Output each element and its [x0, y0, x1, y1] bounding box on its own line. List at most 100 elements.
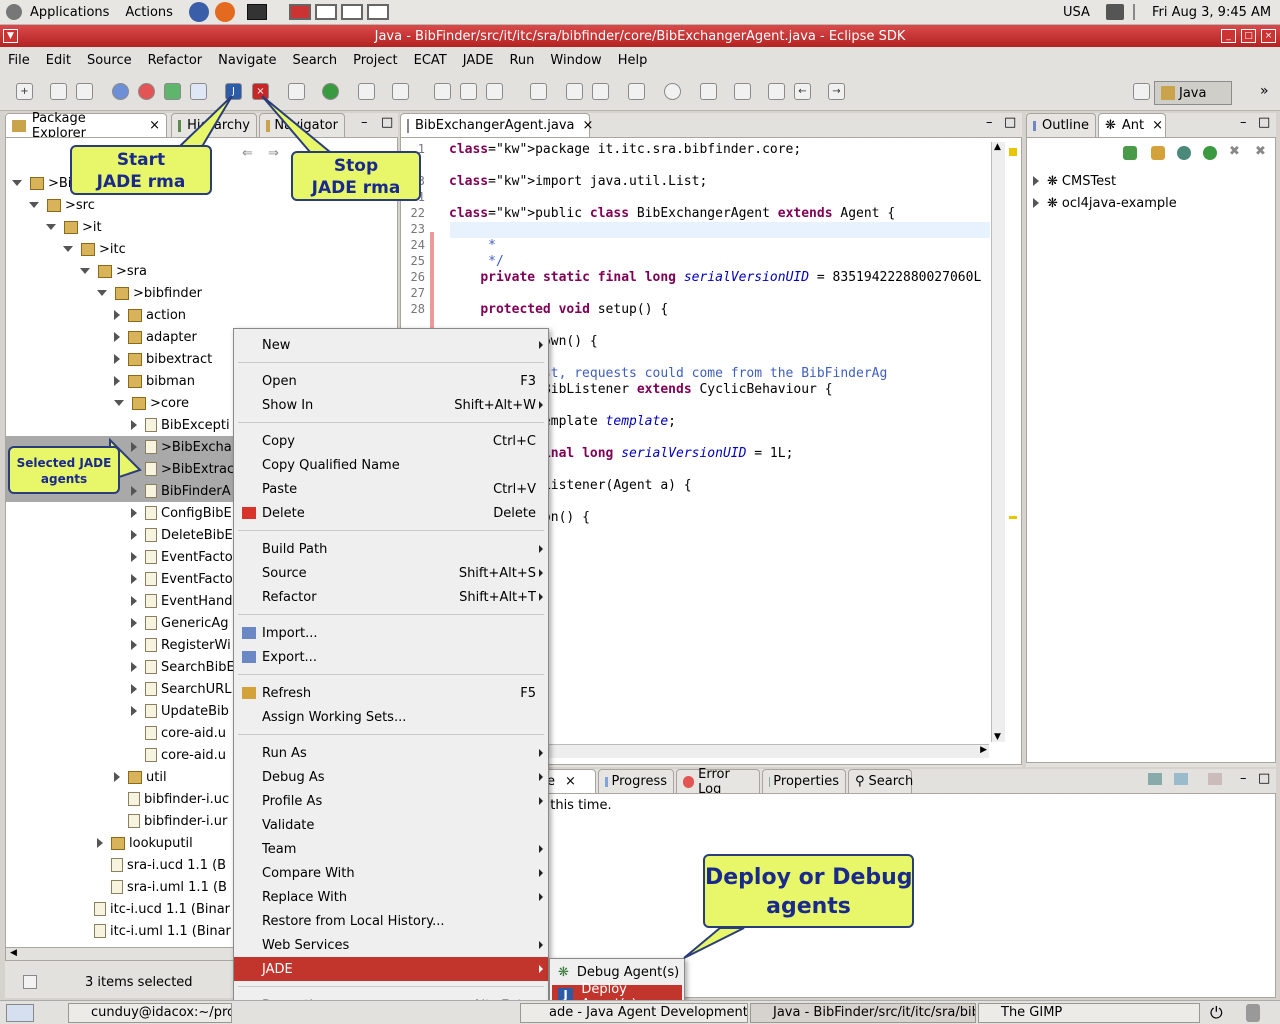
collapse-icon[interactable]	[114, 400, 124, 406]
expand-icon[interactable]	[131, 508, 137, 518]
tree-item[interactable]: bibman	[114, 370, 195, 392]
tree-item[interactable]: EventFacto	[131, 546, 233, 568]
menu-item-profile-as[interactable]: Profile As	[234, 789, 548, 813]
new-icon[interactable]: +	[16, 83, 33, 100]
minimize-editor-icon[interactable]: –	[986, 115, 993, 130]
menu-item-run-as[interactable]: Run As	[234, 741, 548, 765]
menu-jade[interactable]: JADE	[455, 53, 502, 68]
collapse-icon[interactable]	[63, 246, 73, 252]
scroll-down-icon[interactable]: ▼	[994, 732, 1001, 742]
tree-item[interactable]: DeleteBibE	[131, 524, 233, 546]
menu-item-jade[interactable]: JADE	[234, 957, 548, 981]
close-tab-icon[interactable]: ×	[583, 118, 594, 133]
coverage-icon[interactable]	[392, 83, 409, 100]
info-icon[interactable]	[112, 83, 129, 100]
minimize-view-icon[interactable]: –	[1240, 115, 1247, 130]
code-line[interactable]: class="kw">public class BibExchangerAgen…	[449, 206, 895, 222]
menu-item-replace-with[interactable]: Replace With	[234, 885, 548, 909]
tree-item[interactable]: SearchBibE	[131, 656, 235, 678]
perspective-switcher[interactable]: Java	[1154, 81, 1232, 105]
tree-item[interactable]: >sra	[80, 260, 147, 282]
tree-item[interactable]: SearchURL	[131, 678, 231, 700]
menu-window[interactable]: Window	[542, 53, 609, 68]
expand-icon[interactable]	[131, 684, 137, 694]
scroll-up-icon[interactable]: ▲	[994, 142, 1001, 152]
menu-search[interactable]: Search	[284, 53, 345, 68]
expand-icon[interactable]	[114, 772, 120, 782]
close-tab-icon[interactable]: ×	[1152, 118, 1163, 133]
tab-properties[interactable]: Properties	[762, 769, 846, 793]
close-icon[interactable]: ×	[1261, 29, 1276, 43]
minimize-icon[interactable]: _	[1221, 29, 1236, 43]
clock[interactable]: Fri Aug 3, 9:45 AM	[1152, 5, 1271, 20]
expand-icon[interactable]	[131, 640, 137, 650]
forward-icon[interactable]: →	[828, 83, 845, 100]
menu-item-paste[interactable]: Paste Ctrl+V	[234, 477, 548, 501]
minimize-view-icon[interactable]: –	[1240, 771, 1247, 786]
show-desktop-icon[interactable]	[6, 1004, 34, 1022]
menu-navigate[interactable]: Navigate	[210, 53, 284, 68]
firefox-icon[interactable]	[214, 2, 235, 22]
tab-bibexchangeragent[interactable]: BibExchangerAgent.java ×	[400, 113, 593, 137]
editor-h-scrollbar[interactable]: ▶	[549, 744, 989, 758]
open-perspective-icon[interactable]	[1133, 83, 1150, 100]
prev-annotation-icon[interactable]	[734, 83, 751, 100]
workspace-2-icon[interactable]	[314, 4, 337, 20]
open-folder-icon[interactable]	[566, 83, 583, 100]
menu-item-team[interactable]: Team	[234, 837, 548, 861]
workspace-4-icon[interactable]	[366, 4, 389, 20]
more-icon[interactable]: »	[1260, 83, 1269, 99]
menu-item-copy[interactable]: Copy Ctrl+C	[234, 429, 548, 453]
task-icon[interactable]	[164, 83, 181, 100]
tree-item[interactable]: bibfinder-i.ur	[114, 810, 227, 832]
menu-item-export[interactable]: Export...	[234, 645, 548, 669]
code-line[interactable]: class="kw">package it.itc.sra.bibfinder.…	[449, 142, 801, 158]
tree-item[interactable]: sra-i.ucd 1.1 (B	[97, 854, 226, 876]
scroll-right-icon[interactable]: ▶	[980, 745, 987, 755]
remove-all-icon[interactable]: ✖	[1255, 144, 1266, 159]
expand-icon[interactable]	[131, 442, 137, 452]
pen-icon[interactable]	[592, 83, 609, 100]
menu-item-import[interactable]: Import...	[234, 621, 548, 645]
back-nav-icon[interactable]: ⇐	[242, 146, 253, 161]
pencil-icon[interactable]	[628, 83, 645, 100]
save-icon[interactable]	[50, 83, 67, 100]
power-icon[interactable]: ⏻	[1210, 1003, 1223, 1023]
expand-icon[interactable]	[1033, 198, 1039, 208]
scroll-left-icon[interactable]: ◀	[10, 948, 17, 958]
expand-icon[interactable]	[114, 310, 120, 320]
code-line[interactable]: *	[449, 238, 496, 254]
tab-package-explorer[interactable]: Package Explorer ×	[5, 111, 167, 141]
task-eclipse[interactable]: Java - BibFinder/src/it/itc/sra/bib	[750, 1003, 976, 1023]
expand-icon[interactable]	[97, 838, 103, 848]
run-external-icon[interactable]	[358, 83, 375, 100]
tree-item[interactable]: adapter	[114, 326, 197, 348]
volume-icon[interactable]	[1106, 4, 1124, 20]
code-line[interactable]: */	[449, 254, 504, 270]
expand-icon[interactable]	[114, 376, 120, 386]
menu-source[interactable]: Source	[79, 53, 140, 68]
search-buildfile-icon[interactable]	[1151, 146, 1165, 160]
menu-item-debug-as[interactable]: Debug As	[234, 765, 548, 789]
open-console-icon[interactable]	[1208, 773, 1222, 785]
tab-error-log[interactable]: Error Log	[676, 767, 760, 797]
new-package-icon[interactable]	[434, 83, 451, 100]
tree-item[interactable]: >it	[46, 216, 102, 238]
expand-icon[interactable]	[131, 420, 137, 430]
expand-icon[interactable]	[131, 552, 137, 562]
tree-item[interactable]: UpdateBib	[131, 700, 229, 722]
collapse-icon[interactable]	[80, 268, 90, 274]
tree-item[interactable]: bibextract	[114, 348, 212, 370]
ant-item[interactable]: ❋ ocl4java-example	[1033, 192, 1177, 214]
browser-icon[interactable]	[188, 2, 209, 22]
menu-item-validate[interactable]: Validate	[234, 813, 548, 837]
menu-run[interactable]: Run	[501, 53, 542, 68]
expand-icon[interactable]	[114, 332, 120, 342]
window-menu-icon[interactable]: ▼	[3, 29, 18, 43]
code-line[interactable]: protected void setup() {	[449, 302, 668, 318]
terminal-icon[interactable]	[246, 4, 267, 20]
expand-icon[interactable]	[131, 574, 137, 584]
task-jade-docs[interactable]: ade - Java Agent Development F	[520, 1003, 748, 1023]
code-line[interactable]: class="kw">import java.util.List;	[449, 174, 707, 190]
tab-progress[interactable]: Progress	[598, 769, 674, 793]
